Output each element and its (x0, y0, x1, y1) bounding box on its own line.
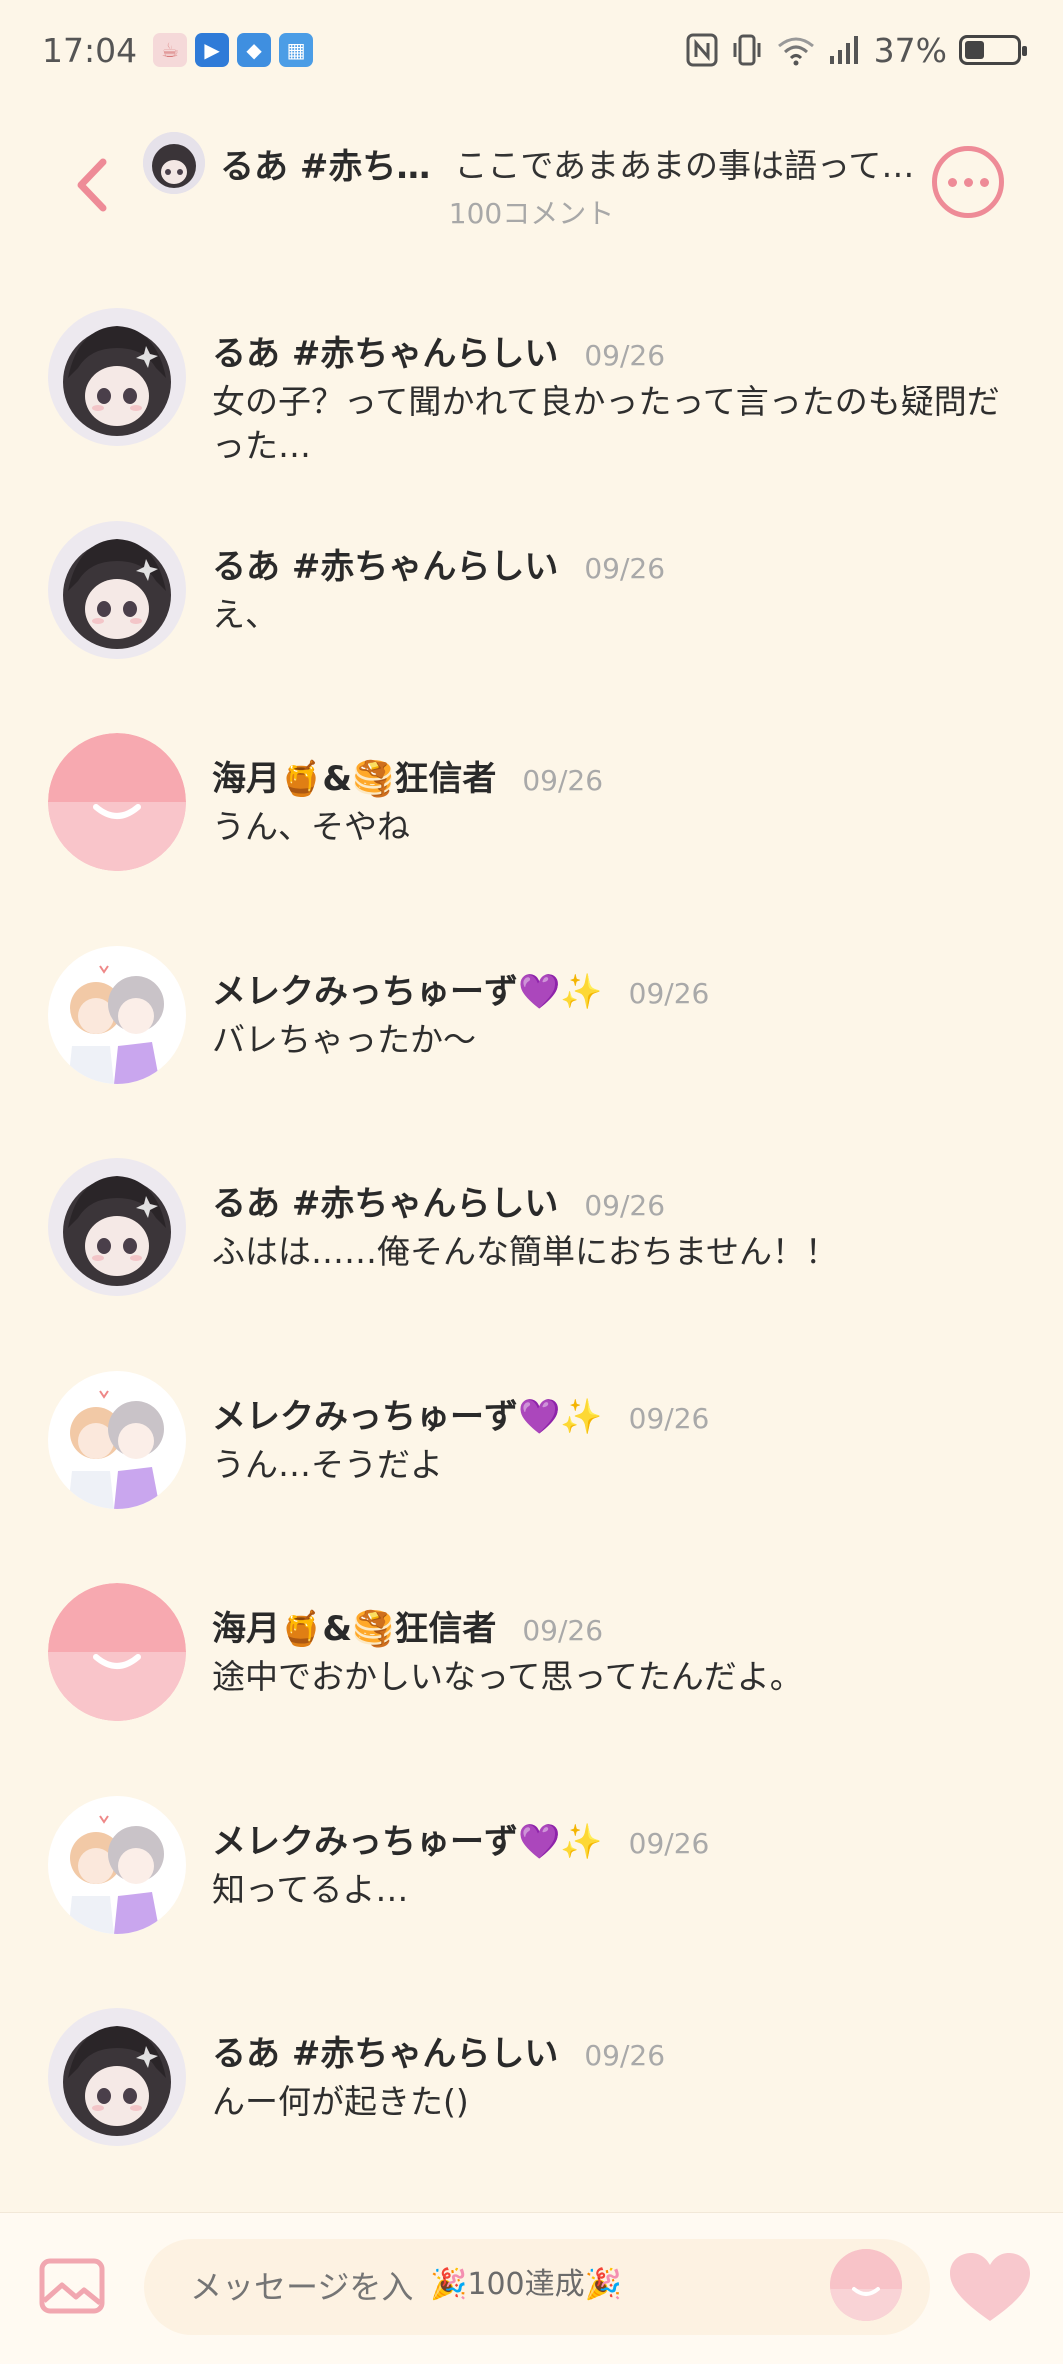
calendar-app-icon: ▦ (279, 33, 314, 67)
comment-text: バレちゃったか〜 (212, 1019, 476, 1059)
comment-avatar[interactable] (48, 733, 186, 871)
input-bar: 🎉100達成🎉 (0, 2212, 1063, 2364)
comment-date: 09/26 (628, 1826, 710, 1860)
comment-item[interactable]: るあ #赤ちゃんらしい 09/26 ふはは……俺そんな簡単におちません！！ (0, 1150, 1063, 1363)
status-bar: 17:04 ☕ ▶ ◆ ▦ 37% (0, 0, 1063, 100)
more-dots-icon (947, 177, 957, 187)
comment-date: 09/26 (522, 764, 604, 797)
header-user-name[interactable]: るあ #赤ち… (220, 139, 430, 188)
comment-item[interactable]: 海月🍯&🥞狂信者 09/26 途中でおかしいなって思ってたんだよ。 (0, 1575, 1063, 1788)
comment-author[interactable]: メレクみっちゅーず💜✨ (212, 1814, 603, 1863)
comment-author[interactable]: 海月🍯&🥞狂信者 (212, 751, 496, 800)
comment-item[interactable]: メレクみっちゅーず💜✨ 09/26 バレちゃったか〜 (0, 938, 1063, 1151)
status-time: 17:04 (42, 30, 138, 70)
comment-head: るあ #赤ちゃんらしい 09/26 (212, 1176, 665, 1225)
comment-avatar[interactable] (48, 1795, 186, 1934)
thread-header: るあ #赤ち… ここであまあまの事は語って… 100コメント (0, 110, 1063, 250)
comment-avatar[interactable] (48, 308, 186, 446)
smiley-sticker-icon (830, 2249, 902, 2321)
comment-head: メレクみっちゅーず💜✨ 09/26 (212, 1389, 709, 1438)
comment-date: 09/26 (584, 339, 666, 372)
comment-text: 知ってるよ… (212, 1869, 409, 1909)
comment-count: 100コメント (448, 197, 615, 230)
comment-item[interactable]: メレクみっちゅーず💜✨ 09/26 知ってるよ… (0, 1788, 1063, 2001)
comment-text: 女の子？って聞かれて良かったって言ったのも疑問だった… (212, 382, 1000, 465)
comment-text: ふはは……俺そんな簡単におちません！！ (212, 1232, 839, 1271)
comment-avatar[interactable] (48, 1370, 186, 1509)
comment-author[interactable]: メレクみっちゅーず💜✨ (212, 1389, 603, 1438)
header-avatar[interactable] (143, 132, 205, 194)
comment-head: るあ #赤ちゃんらしい 09/26 (212, 539, 665, 588)
like-button[interactable] (948, 2251, 1032, 2325)
more-dot (963, 177, 973, 187)
battery-percent: 37% (873, 30, 947, 70)
comment-author[interactable]: 海月🍯&🥞狂信者 (212, 1601, 496, 1650)
comment-date: 09/26 (584, 1189, 666, 1222)
comment-head: メレクみっちゅーず💜✨ 09/26 (212, 964, 709, 1013)
comment-text: うん…そうだよ (212, 1444, 443, 1484)
comment-date: 09/26 (628, 976, 710, 1010)
more-dot (979, 177, 989, 187)
header-topic: ここであまあまの事は語って… (454, 146, 915, 185)
comment-date: 09/26 (628, 1401, 710, 1435)
comment-head: るあ #赤ちゃんらしい 09/26 (212, 2026, 665, 2075)
comment-text: 途中でおかしいなって思ってたんだよ。 (212, 1657, 803, 1696)
image-icon (39, 2258, 105, 2314)
comment-text: え、 (212, 594, 278, 634)
signal-icon (829, 36, 858, 64)
more-button[interactable] (932, 146, 1004, 218)
comment-head: メレクみっちゅーず💜✨ 09/26 (212, 1814, 709, 1863)
tea-cup-icon: ☕ (153, 33, 188, 67)
milestone-badge: 🎉100達成🎉 (430, 2267, 622, 2302)
comment-head: るあ #赤ちゃんらしい 09/26 (212, 326, 665, 375)
comment-author[interactable]: るあ #赤ちゃんらしい (212, 2026, 558, 2075)
heart-icon (950, 2253, 1030, 2321)
comment-avatar[interactable] (48, 1583, 186, 1721)
comment-avatar[interactable] (48, 520, 186, 659)
battery-level (965, 41, 984, 59)
comment-avatar[interactable] (48, 2008, 186, 2146)
comment-item[interactable]: るあ #赤ちゃんらしい 09/26 女の子？って聞かれて良かったって言ったのも疑問だ… (0, 300, 1063, 513)
vibrate-icon (733, 34, 761, 66)
comment-item[interactable]: メレクみっちゅーず💜✨ 09/26 うん…そうだよ (0, 1363, 1063, 1576)
comment-date: 09/26 (522, 1614, 604, 1647)
comment-avatar[interactable] (48, 945, 186, 1084)
comment-author[interactable]: るあ #赤ちゃんらしい (212, 1176, 558, 1225)
comment-item[interactable]: るあ #赤ちゃんらしい 09/26 え、 (0, 513, 1063, 726)
comment-avatar[interactable] (48, 1158, 186, 1296)
comment-author[interactable]: るあ #赤ちゃんらしい (212, 326, 558, 375)
comment-head: 海月🍯&🥞狂信者 09/26 (212, 751, 603, 800)
comment-author[interactable]: るあ #赤ちゃんらしい (212, 539, 558, 588)
comment-date: 09/26 (584, 2039, 666, 2072)
status-right: 37% (686, 30, 1027, 70)
header-title-row: るあ #赤ち… ここであまあまの事は語って… (220, 138, 920, 188)
video-play-icon: ▶ (195, 33, 230, 67)
comment-text: うん、そやね (212, 807, 410, 846)
nfc-icon (686, 33, 718, 67)
comment-list: るあ #赤ちゃんらしい 09/26 女の子？って聞かれて良かったって言ったのも疑問だ… (0, 300, 1063, 2213)
sticker-button[interactable] (830, 2249, 902, 2321)
comment-author[interactable]: メレクみっちゅーず💜✨ (212, 964, 603, 1013)
image-button[interactable] (38, 2257, 106, 2315)
wifi-icon (777, 37, 814, 66)
comment-date: 09/26 (584, 551, 666, 585)
battery-icon (959, 35, 1027, 65)
bookmark-app-icon: ◆ (237, 33, 272, 67)
comment-text: んー何が起きた() (212, 2082, 469, 2121)
comment-item[interactable]: るあ #赤ちゃんらしい 09/26 んー何が起きた() (0, 2000, 1063, 2213)
comment-item[interactable]: 海月🍯&🥞狂信者 09/26 うん、そやね (0, 725, 1063, 938)
comment-head: 海月🍯&🥞狂信者 09/26 (212, 1601, 603, 1650)
